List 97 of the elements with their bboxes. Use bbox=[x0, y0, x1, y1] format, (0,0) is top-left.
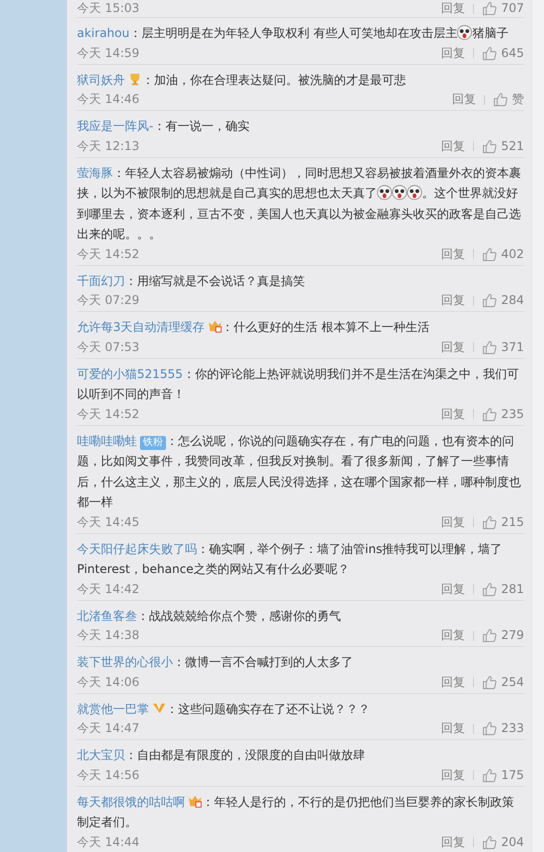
thumbs-up-icon[interactable] bbox=[493, 92, 508, 107]
username-link[interactable]: 可爱的小猫521555 bbox=[77, 366, 183, 380]
username-link[interactable]: 千面幻刀 bbox=[77, 274, 125, 288]
comment-text: 千面幻刀：用缩写就是不会说话？真是搞笑 bbox=[77, 272, 306, 290]
reply-link[interactable]: 回复 bbox=[441, 580, 466, 598]
thumbs-up-icon[interactable] bbox=[482, 768, 498, 782]
emoji-icon bbox=[392, 185, 407, 200]
like-count: 赞 bbox=[512, 91, 524, 108]
comment-time: 今天 14:47 bbox=[77, 720, 140, 737]
reply-link[interactable]: 回复 bbox=[441, 0, 466, 17]
thumbs-up-icon[interactable] bbox=[482, 721, 498, 736]
username-link[interactable]: 萤海豚 bbox=[77, 166, 113, 180]
reply-link[interactable]: 回复 bbox=[441, 766, 466, 784]
comment-time: 今天 14:42 bbox=[77, 580, 140, 598]
reply-link[interactable]: 回复 bbox=[441, 512, 466, 532]
thumbs-up-icon[interactable] bbox=[482, 406, 498, 422]
username-link[interactable]: 今天阳仔起床失败了吗 bbox=[77, 542, 197, 556]
comment-text: 允许每3天自动清理缓存 ：什么更好的生活 根本算不上一种生活 bbox=[77, 318, 430, 336]
comment-time: 今天 14:59 bbox=[77, 44, 140, 62]
reply-link[interactable]: 回复 bbox=[441, 719, 466, 738]
comment-text: 每天都很饿的咕咕啊 ：年轻人是行的，不行的是仍把他们当巨婴养的家长制政策制定者们。 bbox=[77, 792, 515, 831]
thumbs-up-icon[interactable] bbox=[482, 1, 498, 16]
crown-icon bbox=[188, 794, 202, 808]
comment-text: 今天阳仔起床失败了吗：确实啊，举个例子：墙了油管ins推特我可以理解，墙了Pinterest，behance之类的网站又有什么必要呢？ bbox=[77, 540, 504, 578]
comment-text: 可爱的小猫521555：你的评论能上热评就说明我们并不是生活在沟渠之中，我们可以听到不同的声音！ bbox=[77, 366, 520, 403]
username-link[interactable]: 哇嘞哇嘞蛙 bbox=[77, 434, 137, 448]
username-link[interactable]: 装下世界的心很小 bbox=[77, 655, 173, 669]
reply-link[interactable]: 回复 bbox=[441, 832, 466, 852]
emoji-icon bbox=[407, 185, 422, 200]
comment-time: 今天 14:38 bbox=[77, 627, 140, 644]
fan-badge: 铁粉 bbox=[140, 436, 166, 450]
comment-time: 今天 15:03 bbox=[77, 0, 140, 17]
emoji-icon bbox=[377, 185, 392, 200]
username-link[interactable]: 就赏他一巴掌 bbox=[77, 702, 149, 716]
reply-link[interactable]: 回复 bbox=[441, 404, 466, 424]
emoji-icon bbox=[457, 25, 472, 40]
thumbs-up-icon[interactable] bbox=[482, 340, 498, 354]
comment-time: 今天 14:52 bbox=[77, 406, 140, 422]
comment-text: 北大宝贝：自由都是有限度的，没限度的自由叫做放肆 bbox=[77, 747, 366, 764]
comment-time: 今天 14:56 bbox=[77, 766, 140, 784]
comment-time: 今天 07:53 bbox=[77, 338, 140, 356]
comment-time: 今天 14:45 bbox=[77, 514, 140, 530]
reply-link[interactable]: 回复 bbox=[441, 672, 466, 692]
reply-link[interactable]: 回复 bbox=[441, 291, 466, 310]
reply-link[interactable]: 回复 bbox=[441, 136, 466, 156]
reply-link[interactable]: 回复 bbox=[441, 244, 466, 264]
comment-time: 今天 14:52 bbox=[77, 246, 140, 262]
like-count: 521 bbox=[501, 138, 524, 154]
username-link[interactable]: akirahou bbox=[77, 26, 130, 40]
thumbs-up-icon[interactable] bbox=[482, 582, 498, 596]
comment-time: 今天 14:44 bbox=[77, 834, 140, 850]
reply-link[interactable]: 回复 bbox=[452, 90, 476, 109]
comment-time: 今天 07:29 bbox=[77, 292, 140, 309]
like-count: 645 bbox=[501, 44, 524, 62]
thumbs-up-icon[interactable] bbox=[482, 834, 498, 850]
comment-text: 狱司妖舟 ：加油，你在合理表达疑问。被洗脑的才是最可悲 bbox=[77, 70, 407, 88]
like-count: 233 bbox=[501, 720, 524, 737]
reply-link[interactable]: 回复 bbox=[441, 626, 466, 645]
thumbs-up-icon[interactable] bbox=[482, 246, 498, 262]
thumbs-up-icon[interactable] bbox=[482, 674, 498, 690]
like-count: 279 bbox=[501, 627, 524, 644]
thumbs-up-icon[interactable] bbox=[482, 293, 498, 308]
thumbs-up-icon[interactable] bbox=[482, 628, 498, 643]
like-count: 175 bbox=[501, 766, 524, 784]
username-link[interactable]: 狱司妖舟 bbox=[77, 72, 125, 86]
username-link[interactable]: 北渚鱼客叁 bbox=[77, 608, 137, 622]
thumbs-up-icon[interactable] bbox=[482, 46, 498, 60]
thumbs-up-icon[interactable] bbox=[482, 138, 498, 154]
like-count: 235 bbox=[501, 406, 524, 422]
like-count: 215 bbox=[501, 514, 524, 530]
username-link[interactable]: 每天都很饿的咕咕啊 bbox=[77, 794, 185, 808]
comment-text: 北渚鱼客叁：战战兢兢给你点个赞，感谢你的勇气 bbox=[77, 608, 342, 624]
username-link[interactable]: 允许每3天自动清理缓存 bbox=[77, 320, 205, 334]
comment-text: 就赏他一巴掌 ：这些问题确实存在了还不让说？？？ bbox=[77, 700, 371, 718]
v-icon bbox=[152, 700, 166, 714]
username-link[interactable]: 我应是一阵风- bbox=[77, 119, 154, 133]
comment-text: 萤海豚：年轻人太容易被煽动（中性词），同时思想又容易被披着酒量外衣的资本裹挟，以为不被限制的思想就是自己真实的思想也太天真了 。这个世界就没好到哪里去，资本逐利，亘古不变，美国人也天真以为被金融寡头收买的政客是自己选出来的呢。。。 bbox=[77, 164, 522, 243]
comment-time: 今天 14:46 bbox=[77, 91, 140, 108]
thumbs-up-icon[interactable] bbox=[482, 514, 498, 530]
comment-time: 今天 14:06 bbox=[77, 674, 140, 690]
reply-link[interactable]: 回复 bbox=[441, 44, 466, 62]
like-count: 254 bbox=[501, 674, 524, 690]
like-count: 204 bbox=[501, 834, 524, 850]
like-count: 402 bbox=[501, 246, 524, 262]
reply-link[interactable]: 回复 bbox=[441, 338, 466, 356]
comment-text: 装下世界的心很小：微博一言不合喊打到的人太多了 bbox=[77, 654, 354, 671]
comment-text: 哇嘞哇嘞蛙 铁粉 ：怎么说呢，你说的问题确实存在，有广电的问题，也有资本的问题，比如阅文事件，我赞同改革，但我反对换制。看了很多新闻，了解了一些事情后，什么这主义，那主义的，底层人民没得选择，这在哪个国家都一样，哪种制度也都一样 bbox=[77, 432, 522, 511]
comment-time: 今天 12:13 bbox=[77, 138, 140, 154]
username-link[interactable]: 北大宝贝 bbox=[77, 748, 125, 762]
like-count: 281 bbox=[501, 580, 524, 598]
trophy-icon bbox=[128, 72, 142, 86]
comment-text: 我应是一阵风-：有一说一，确实 bbox=[77, 118, 250, 135]
comment-text: akirahou：层主明明是在为年轻人争取权利 有些人可笑地却在攻击层主 猪脑子 bbox=[77, 24, 510, 42]
crown-icon bbox=[208, 319, 222, 333]
like-count: 707 bbox=[501, 0, 524, 17]
like-count: 284 bbox=[501, 292, 524, 309]
like-count: 371 bbox=[501, 338, 524, 356]
